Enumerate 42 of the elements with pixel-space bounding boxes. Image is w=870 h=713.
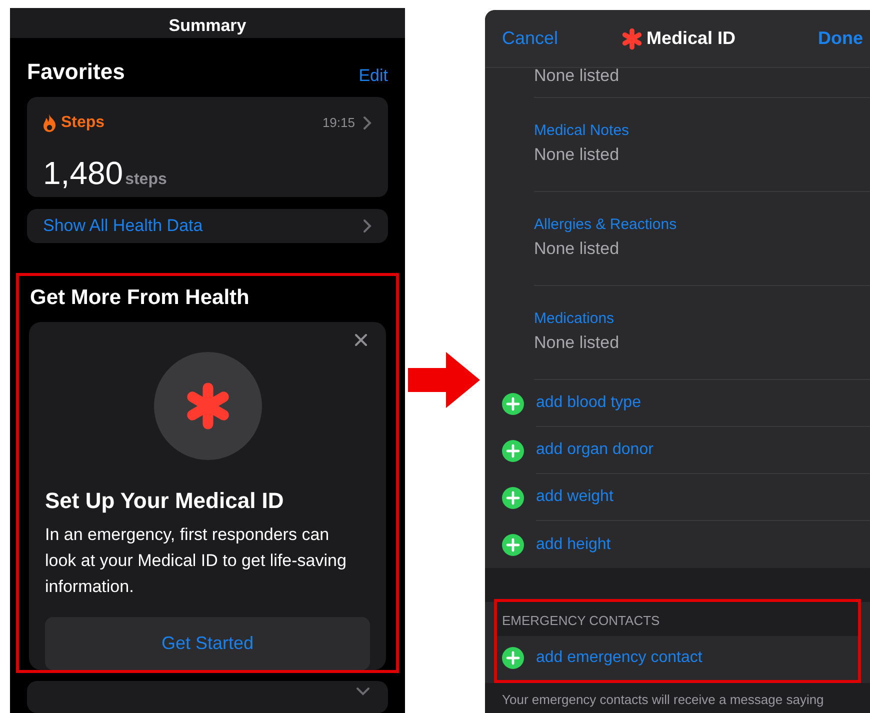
chevron-right-icon xyxy=(363,116,372,130)
medical-star-icon xyxy=(620,28,642,50)
metric-name: Steps xyxy=(61,113,105,133)
add-link[interactable]: add weight xyxy=(536,485,614,509)
footer-note: Your emergency contacts will receive a message saying xyxy=(502,692,824,707)
show-all-row[interactable]: Show All Health Data xyxy=(27,209,388,244)
add-icon xyxy=(502,440,524,462)
metric-unit: steps xyxy=(125,170,167,190)
field-label: Allergies & Reactions xyxy=(534,214,678,234)
card-description: In an emergency, first responders can look at your Medical ID to get life-saving information. xyxy=(45,524,348,598)
get-started-button[interactable]: Get Started xyxy=(45,616,370,670)
field-value: None listed xyxy=(534,144,620,166)
field-value: None listed xyxy=(534,238,620,260)
screen-title: Summary xyxy=(168,15,246,37)
add-link[interactable]: add emergency contact xyxy=(536,646,702,670)
field-value: None listed xyxy=(534,65,620,87)
chevron-right-icon xyxy=(363,219,372,234)
field-label: Medications xyxy=(534,308,616,328)
add-icon xyxy=(502,392,524,414)
done-link[interactable]: Done xyxy=(818,25,863,52)
field-label: Medical Notes xyxy=(534,120,630,140)
metric-value: 1,480 xyxy=(43,154,124,193)
card-title: Set Up Your Medical ID xyxy=(45,486,285,515)
field-value: None listed xyxy=(534,332,620,354)
metric-time: 19:15 xyxy=(322,114,355,132)
add-icon xyxy=(502,647,524,669)
close-icon[interactable] xyxy=(355,334,367,346)
chevron-down-icon xyxy=(356,686,370,696)
flame-icon xyxy=(43,114,56,132)
section-header: EMERGENCY CONTACTS xyxy=(502,612,660,630)
section-heading: Favorites xyxy=(27,58,125,86)
steps-card[interactable]: Steps 19:15 1,480 steps xyxy=(27,97,388,197)
cancel-link[interactable]: Cancel xyxy=(502,25,558,52)
add-link[interactable]: add height xyxy=(536,532,611,556)
add-icon xyxy=(502,486,524,508)
screen-title: Medical ID xyxy=(646,27,736,50)
section-heading: Get More From Health xyxy=(30,285,250,312)
add-link[interactable]: add organ donor xyxy=(536,438,654,462)
edit-link[interactable]: Edit xyxy=(358,62,388,88)
arrow-icon xyxy=(408,352,480,408)
add-link[interactable]: add blood type xyxy=(536,391,641,415)
add-icon xyxy=(502,534,524,556)
